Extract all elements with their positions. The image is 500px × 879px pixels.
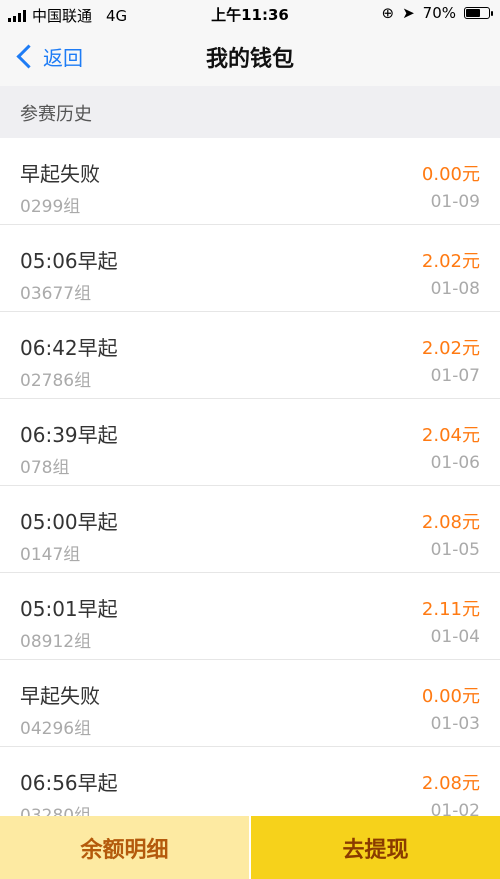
record-amount: 2.04元	[421, 425, 480, 446]
record-title: 06:56早起	[20, 771, 118, 795]
record-title: 06:39早起	[20, 423, 118, 447]
record-amount: 2.08元	[421, 773, 480, 794]
section-title: 参赛历史	[20, 104, 92, 125]
list-item[interactable]: 早起失败 0299组 0.00元 01-09	[0, 138, 500, 225]
location-arrow-icon: ➤	[402, 4, 415, 22]
record-title: 05:06早起	[20, 249, 118, 273]
record-group: 08912组	[20, 632, 92, 652]
battery-percent: 70%	[422, 4, 456, 22]
record-amount: 2.08元	[421, 512, 480, 533]
record-list: 早起失败 0299组 0.00元 01-09 05:06早起 03677组 2.02元 01-…	[0, 138, 500, 834]
record-group: 078组	[20, 458, 70, 478]
record-group: 0299组	[20, 197, 81, 217]
status-bar: 中国联通 4G 上午11:36 ⊕ ➤ 70%	[0, 0, 500, 28]
page-title: 我的钱包	[205, 47, 294, 72]
record-title: 05:01早起	[20, 597, 118, 621]
record-group: 02786组	[20, 371, 92, 391]
withdraw-button[interactable]: 去提现	[251, 816, 500, 879]
list-item[interactable]: 06:39早起 078组 2.04元 01-06	[0, 399, 500, 486]
record-group: 0147组	[20, 545, 81, 565]
record-date: 01-09	[430, 192, 480, 212]
record-date: 01-03	[430, 714, 480, 734]
record-date: 01-07	[430, 366, 480, 386]
record-date: 01-05	[430, 540, 480, 560]
record-amount: 2.02元	[421, 251, 480, 272]
record-amount: 2.11元	[421, 599, 480, 620]
orientation-lock-icon: ⊕	[381, 4, 395, 22]
record-title: 05:00早起	[20, 510, 118, 534]
battery-icon	[464, 7, 493, 19]
section-header: 参赛历史	[0, 86, 500, 138]
nav-bar: 返回 我的钱包	[0, 28, 500, 86]
list-item[interactable]: 05:00早起 0147组 2.08元 01-05	[0, 486, 500, 573]
list-item[interactable]: 06:42早起 02786组 2.02元 01-07	[0, 312, 500, 399]
record-group: 03677组	[20, 284, 92, 304]
record-amount: 0.00元	[421, 686, 480, 707]
list-item[interactable]: 05:01早起 08912组 2.11元 01-04	[0, 573, 500, 660]
bottom-bar: 余额明细 去提现	[0, 816, 500, 879]
record-date: 01-06	[430, 453, 480, 473]
status-right: ⊕ ➤ 70%	[381, 4, 493, 22]
record-title: 06:42早起	[20, 336, 118, 360]
record-group: 04296组	[20, 719, 92, 739]
record-amount: 0.00元	[421, 164, 480, 185]
record-amount: 2.02元	[421, 338, 480, 359]
record-date: 01-04	[430, 627, 480, 647]
record-title: 早起失败	[20, 684, 100, 708]
battery-level	[466, 9, 480, 17]
list-item[interactable]: 05:06早起 03677组 2.02元 01-08	[0, 225, 500, 312]
list-item[interactable]: 早起失败 04296组 0.00元 01-03	[0, 660, 500, 747]
record-title: 早起失败	[20, 162, 100, 186]
balance-detail-button[interactable]: 余额明细	[0, 816, 251, 879]
record-date: 01-08	[430, 279, 480, 299]
